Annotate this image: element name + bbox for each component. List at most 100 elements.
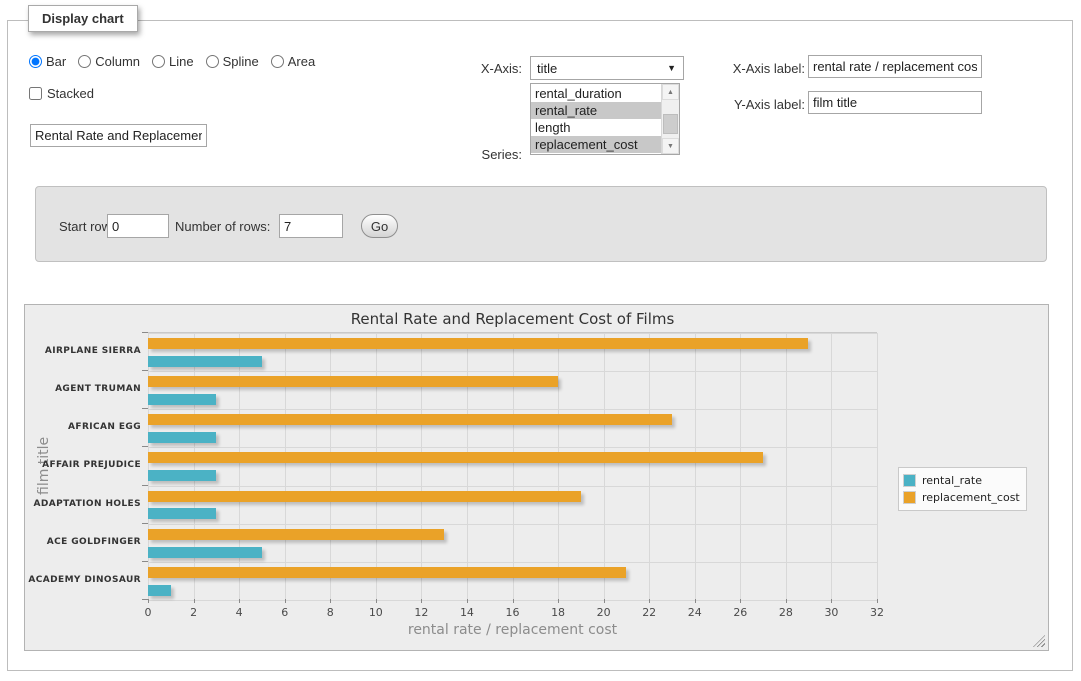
- category-label: AIRPLANE SIERRA: [25, 332, 141, 370]
- chart-title-input[interactable]: [30, 124, 207, 147]
- x-tick-label: 14: [460, 606, 474, 619]
- category-label: AGENT TRUMAN: [25, 370, 141, 408]
- category-label: AFFAIR PREJUDICE: [25, 446, 141, 484]
- x-tick-label: 2: [190, 606, 197, 619]
- gridline-x-16: [513, 333, 514, 599]
- x-tick-mark: [467, 599, 468, 603]
- y-tick-mark: [142, 599, 148, 600]
- resize-grip-icon[interactable]: [1033, 635, 1045, 647]
- chart-type-radio-bar[interactable]: [29, 55, 42, 68]
- gridline-x-30: [831, 333, 832, 599]
- x-tick-mark: [285, 599, 286, 603]
- x-tick-mark: [695, 599, 696, 603]
- gridline-y: [148, 409, 877, 410]
- gridline-y: [148, 562, 877, 563]
- gridline-x-20: [604, 333, 605, 599]
- series-listbox-items: rental_durationrental_ratelengthreplacem…: [531, 84, 661, 154]
- go-button[interactable]: Go: [361, 214, 398, 238]
- chart-container: Rental Rate and Replacement Cost of Film…: [24, 304, 1049, 651]
- x-axis-label-input[interactable]: [808, 55, 982, 78]
- x-tick-mark: [239, 599, 240, 603]
- scroll-thumb[interactable]: [663, 114, 678, 134]
- chart-type-bar[interactable]: Bar: [29, 54, 66, 69]
- x-tick-mark: [376, 599, 377, 603]
- bar-replacement_cost: [148, 529, 444, 540]
- chart-type-label-area: Area: [288, 54, 315, 69]
- num-rows-label: Number of rows:: [175, 219, 270, 234]
- bar-rental_rate: [148, 547, 262, 558]
- x-tick-mark: [740, 599, 741, 603]
- series-option-replacement_cost[interactable]: replacement_cost: [531, 136, 661, 153]
- x-tick-label: 32: [870, 606, 884, 619]
- x-tick-mark: [148, 599, 149, 603]
- stacked-label: Stacked: [47, 86, 94, 101]
- scroll-down-icon[interactable]: ▼: [662, 138, 679, 154]
- legend-swatch-rental_rate: [903, 474, 916, 487]
- y-axis-label-input[interactable]: [808, 91, 982, 114]
- legend-label-rental_rate: rental_rate: [922, 474, 982, 487]
- gridline-x-6: [285, 333, 286, 599]
- chart-type-radio-area[interactable]: [271, 55, 284, 68]
- gridline-x-26: [740, 333, 741, 599]
- bar-rental_rate: [148, 356, 262, 367]
- x-axis-select-label: X-Axis:: [408, 61, 522, 76]
- y-tick-mark: [142, 408, 148, 409]
- x-tick-label: 4: [236, 606, 243, 619]
- x-tick-mark: [421, 599, 422, 603]
- chart-type-column[interactable]: Column: [78, 54, 140, 69]
- scroll-up-icon[interactable]: ▲: [662, 84, 679, 100]
- series-option-rental_duration[interactable]: rental_duration: [531, 85, 661, 102]
- x-axis-select[interactable]: title ▼: [530, 56, 684, 80]
- chart-type-radio-line[interactable]: [152, 55, 165, 68]
- chart-type-radio-spline[interactable]: [206, 55, 219, 68]
- x-tick-mark: [330, 599, 331, 603]
- gridline-x-28: [786, 333, 787, 599]
- category-label: ACADEMY DINOSAUR: [25, 561, 141, 599]
- bar-replacement_cost: [148, 452, 763, 463]
- bar-rental_rate: [148, 508, 216, 519]
- gridline-x-10: [376, 333, 377, 599]
- chevron-down-icon: ▼: [667, 63, 676, 73]
- plot-area: [148, 332, 877, 599]
- start-row-input[interactable]: [107, 214, 169, 238]
- series-option-rental_rate[interactable]: rental_rate: [531, 102, 661, 119]
- stacked-checkbox[interactable]: [29, 87, 42, 100]
- x-tick-label: 30: [824, 606, 838, 619]
- x-tick-mark: [877, 599, 878, 603]
- chart-type-label-bar: Bar: [46, 54, 66, 69]
- gridline-x-18: [558, 333, 559, 599]
- chart-type-label-spline: Spline: [223, 54, 259, 69]
- x-tick-label: 20: [597, 606, 611, 619]
- y-tick-mark: [142, 523, 148, 524]
- bar-replacement_cost: [148, 567, 626, 578]
- num-rows-input[interactable]: [279, 214, 343, 238]
- bar-replacement_cost: [148, 414, 672, 425]
- chart-type-spline[interactable]: Spline: [206, 54, 259, 69]
- gridline-x-8: [330, 333, 331, 599]
- y-axis-label-field-label: Y-Axis label:: [688, 97, 805, 112]
- y-tick-mark: [142, 446, 148, 447]
- chart-type-line[interactable]: Line: [152, 54, 194, 69]
- x-tick-mark: [786, 599, 787, 603]
- chart-type-area[interactable]: Area: [271, 54, 315, 69]
- scroll-track[interactable]: [662, 100, 679, 138]
- series-option-length[interactable]: length: [531, 119, 661, 136]
- x-tick-label: 28: [779, 606, 793, 619]
- chart-type-radio-column[interactable]: [78, 55, 91, 68]
- gridline-y: [148, 447, 877, 448]
- x-tick-mark: [831, 599, 832, 603]
- y-tick-mark: [142, 485, 148, 486]
- x-tick-label: 26: [733, 606, 747, 619]
- x-tick-label: 8: [327, 606, 334, 619]
- x-tick-label: 10: [369, 606, 383, 619]
- stacked-option[interactable]: Stacked: [29, 86, 94, 101]
- gridline-x-32: [877, 333, 878, 599]
- chart-type-label-column: Column: [95, 54, 140, 69]
- series-listbox[interactable]: rental_durationrental_ratelengthreplacem…: [530, 83, 680, 155]
- chart-type-label-line: Line: [169, 54, 194, 69]
- chart-legend: rental_ratereplacement_cost: [898, 467, 1027, 511]
- category-label: ADAPTATION HOLES: [25, 485, 141, 523]
- series-scrollbar[interactable]: ▲ ▼: [661, 84, 679, 154]
- x-tick-mark: [513, 599, 514, 603]
- fieldset-title: Display chart: [28, 5, 138, 32]
